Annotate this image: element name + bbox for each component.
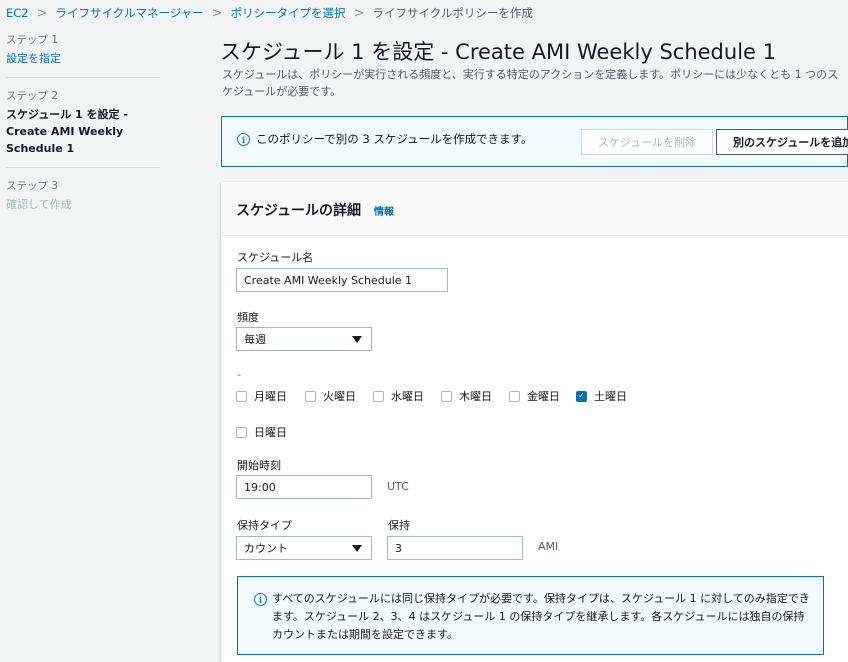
- step-3: ステップ 3 確認して作成: [0, 168, 172, 213]
- caret-down-icon: [352, 336, 362, 343]
- wizard-steps: ステップ 1 設定を指定 ステップ 2 スケジュール 1 を設定 - Creat…: [0, 24, 172, 213]
- day-friday[interactable]: 金曜日: [509, 388, 560, 404]
- step-1-label: ステップ 1: [6, 34, 59, 46]
- chevron-right-icon: >: [353, 5, 365, 21]
- step-2-current: スケジュール 1 を設定 - Create AMI Weekly Schedul…: [6, 108, 128, 155]
- days-label: -: [237, 368, 241, 381]
- day-label: 金曜日: [527, 390, 560, 403]
- info-alert-text: このポリシーで別の 3 スケジュールを作成できます。: [256, 132, 533, 146]
- schedule-name-input[interactable]: Create AMI Weekly Schedule 1: [236, 268, 448, 292]
- checkbox-icon: [441, 390, 452, 402]
- info-icon: i: [254, 593, 267, 606]
- breadcrumb-current: ライフサイクルポリシーを作成: [372, 6, 533, 20]
- checkbox-icon: [236, 390, 247, 402]
- start-time-label: 開始時刻: [237, 459, 281, 472]
- day-tuesday[interactable]: 火曜日: [305, 388, 356, 404]
- breadcrumb: EC2 > ライフサイクルマネージャー > ポリシータイプを選択 > ライフサイ…: [6, 5, 533, 21]
- step-1: ステップ 1 設定を指定: [0, 24, 172, 67]
- checkbox-icon: [305, 390, 316, 402]
- day-label: 日曜日: [254, 426, 287, 439]
- caret-down-icon: [352, 545, 362, 552]
- frequency-label: 頻度: [237, 311, 259, 324]
- chevron-right-icon: >: [36, 5, 48, 21]
- day-label: 水曜日: [391, 390, 424, 403]
- breadcrumb-lifecycle-manager[interactable]: ライフサイクルマネージャー: [56, 5, 204, 21]
- step-3-text: 確認して作成: [6, 198, 72, 211]
- retention-unit: AMI: [538, 540, 559, 553]
- retention-type-select[interactable]: カウント: [236, 536, 372, 560]
- panel-header: スケジュールの詳細 情報: [221, 182, 848, 236]
- start-time-input[interactable]: 19:00: [236, 475, 372, 499]
- page-description: スケジュールは、ポリシーが実行される頻度と、実行する特定のアクションを定義します…: [222, 68, 839, 98]
- frequency-select[interactable]: 毎週: [236, 327, 372, 351]
- checkbox-icon: [236, 426, 247, 438]
- retention-type-label: 保持タイプ: [237, 519, 292, 532]
- day-label: 木曜日: [459, 390, 492, 403]
- schedule-details-panel: スケジュールの詳細 情報 スケジュール名 Create AMI Weekly S…: [221, 182, 848, 662]
- info-icon: i: [237, 133, 250, 146]
- checkbox-icon: [509, 390, 520, 402]
- breadcrumb-select-policy-type[interactable]: ポリシータイプを選択: [231, 5, 346, 21]
- day-wednesday[interactable]: 水曜日: [373, 388, 424, 404]
- info-alert: i このポリシーで別の 3 スケジュールを作成できます。 スケジュールを削除 別…: [221, 116, 848, 167]
- retention-label: 保持: [388, 519, 410, 532]
- frequency-value: 毎週: [244, 333, 266, 346]
- day-label: 月曜日: [254, 390, 287, 403]
- step-2-label: ステップ 2: [6, 90, 59, 102]
- retention-note-text: すべてのスケジュールには同じ保持タイプが必要です。保持タイプは、スケジュール 1…: [272, 592, 810, 641]
- day-label: 土曜日: [594, 390, 627, 403]
- step-2: ステップ 2 スケジュール 1 を設定 - Create AMI Weekly …: [0, 78, 172, 157]
- day-saturday[interactable]: ✓ 土曜日: [576, 388, 627, 404]
- step-3-label: ステップ 3: [6, 180, 59, 192]
- breadcrumb-ec2[interactable]: EC2: [6, 6, 29, 20]
- schedule-name-label: スケジュール名: [237, 251, 314, 264]
- panel-heading: スケジュールの詳細: [236, 203, 362, 219]
- step-1-link[interactable]: 設定を指定: [6, 50, 172, 67]
- checkbox-icon: [373, 390, 384, 402]
- day-sunday[interactable]: 日曜日: [236, 424, 287, 440]
- retention-type-value: カウント: [244, 542, 288, 555]
- delete-schedule-button[interactable]: スケジュールを削除: [581, 129, 713, 155]
- retention-input[interactable]: 3: [387, 536, 523, 560]
- day-label: 火曜日: [323, 390, 356, 403]
- start-time-unit: UTC: [387, 480, 409, 493]
- retention-note: i すべてのスケジュールには同じ保持タイプが必要です。保持タイプは、スケジュール…: [237, 576, 824, 655]
- add-schedule-button[interactable]: 別のスケジュールを追加: [716, 129, 848, 155]
- chevron-right-icon: >: [211, 5, 223, 21]
- page-title: スケジュール 1 を設定 - Create AMI Weekly Schedul…: [220, 40, 776, 64]
- checkbox-checked-icon: ✓: [576, 390, 587, 402]
- day-monday[interactable]: 月曜日: [236, 388, 287, 404]
- info-link[interactable]: 情報: [374, 203, 394, 218]
- day-thursday[interactable]: 木曜日: [441, 388, 492, 404]
